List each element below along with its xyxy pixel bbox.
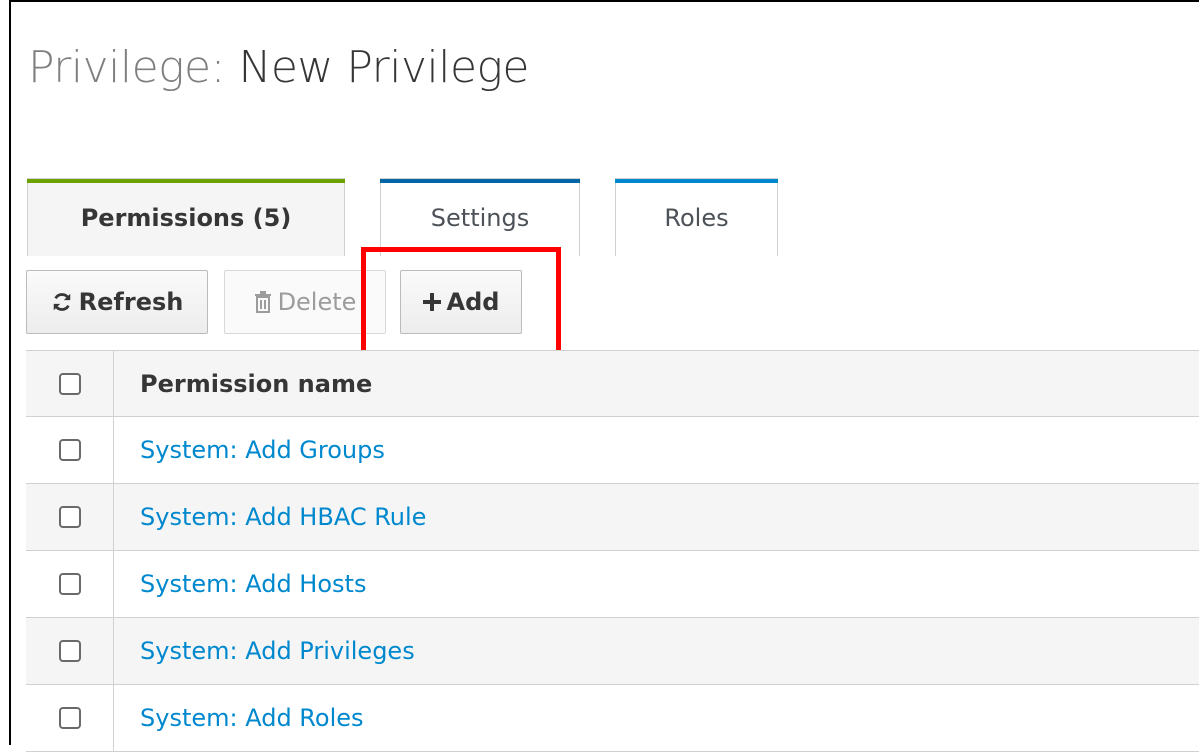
tab-roles[interactable]: Roles bbox=[615, 178, 778, 256]
table-row: System: Add Roles bbox=[26, 685, 1199, 752]
row-checkbox[interactable] bbox=[58, 640, 81, 662]
tab-settings-label: Settings bbox=[430, 203, 530, 232]
permission-link[interactable]: System: Add Privileges bbox=[140, 637, 415, 665]
permission-link[interactable]: System: Add Groups bbox=[140, 436, 385, 464]
permissions-table: Permission name System: Add Groups Syste… bbox=[26, 350, 1199, 752]
add-button[interactable]: Add bbox=[400, 270, 522, 334]
tab-roles-label: Roles bbox=[664, 203, 729, 232]
page-title: Privilege: New Privilege bbox=[28, 38, 530, 98]
permission-link[interactable]: System: Add Roles bbox=[140, 704, 364, 732]
select-all-checkbox[interactable] bbox=[58, 372, 81, 395]
row-check-cell bbox=[26, 484, 114, 550]
row-checkbox[interactable] bbox=[58, 707, 81, 729]
page-title-name: New Privilege bbox=[238, 42, 530, 93]
tab-permissions-label: Permissions (5) bbox=[80, 203, 292, 232]
row-check-cell bbox=[26, 685, 114, 751]
permission-link[interactable]: System: Add Hosts bbox=[140, 570, 366, 598]
row-checkbox[interactable] bbox=[58, 506, 81, 528]
refresh-button[interactable]: Refresh bbox=[26, 270, 208, 334]
table-header-row: Permission name bbox=[26, 351, 1199, 417]
permission-link[interactable]: System: Add HBAC Rule bbox=[140, 503, 426, 531]
row-check-cell bbox=[26, 417, 114, 483]
table-row: System: Add Groups bbox=[26, 417, 1199, 484]
tab-settings[interactable]: Settings bbox=[380, 178, 580, 256]
add-button-label: Add bbox=[446, 288, 500, 316]
tab-permissions[interactable]: Permissions (5) bbox=[27, 178, 345, 256]
delete-button[interactable]: Delete bbox=[224, 270, 386, 334]
refresh-icon bbox=[51, 291, 73, 313]
tab-roles-accent bbox=[615, 179, 778, 183]
delete-button-label: Delete bbox=[277, 288, 357, 316]
table-row: System: Add Hosts bbox=[26, 551, 1199, 618]
table-row: System: Add HBAC Rule bbox=[26, 484, 1199, 551]
page-title-prefix: Privilege: bbox=[28, 42, 225, 93]
select-all-cell bbox=[26, 351, 114, 416]
tab-settings-accent bbox=[380, 179, 580, 183]
trash-icon bbox=[254, 291, 272, 313]
table-row: System: Add Privileges bbox=[26, 618, 1199, 685]
refresh-button-label: Refresh bbox=[78, 288, 184, 316]
row-checkbox[interactable] bbox=[58, 439, 81, 461]
row-check-cell bbox=[26, 551, 114, 617]
plus-icon bbox=[422, 293, 441, 311]
row-checkbox[interactable] bbox=[58, 573, 81, 595]
column-header-permission-name: Permission name bbox=[140, 369, 373, 398]
row-check-cell bbox=[26, 618, 114, 684]
tab-permissions-accent bbox=[27, 179, 345, 183]
